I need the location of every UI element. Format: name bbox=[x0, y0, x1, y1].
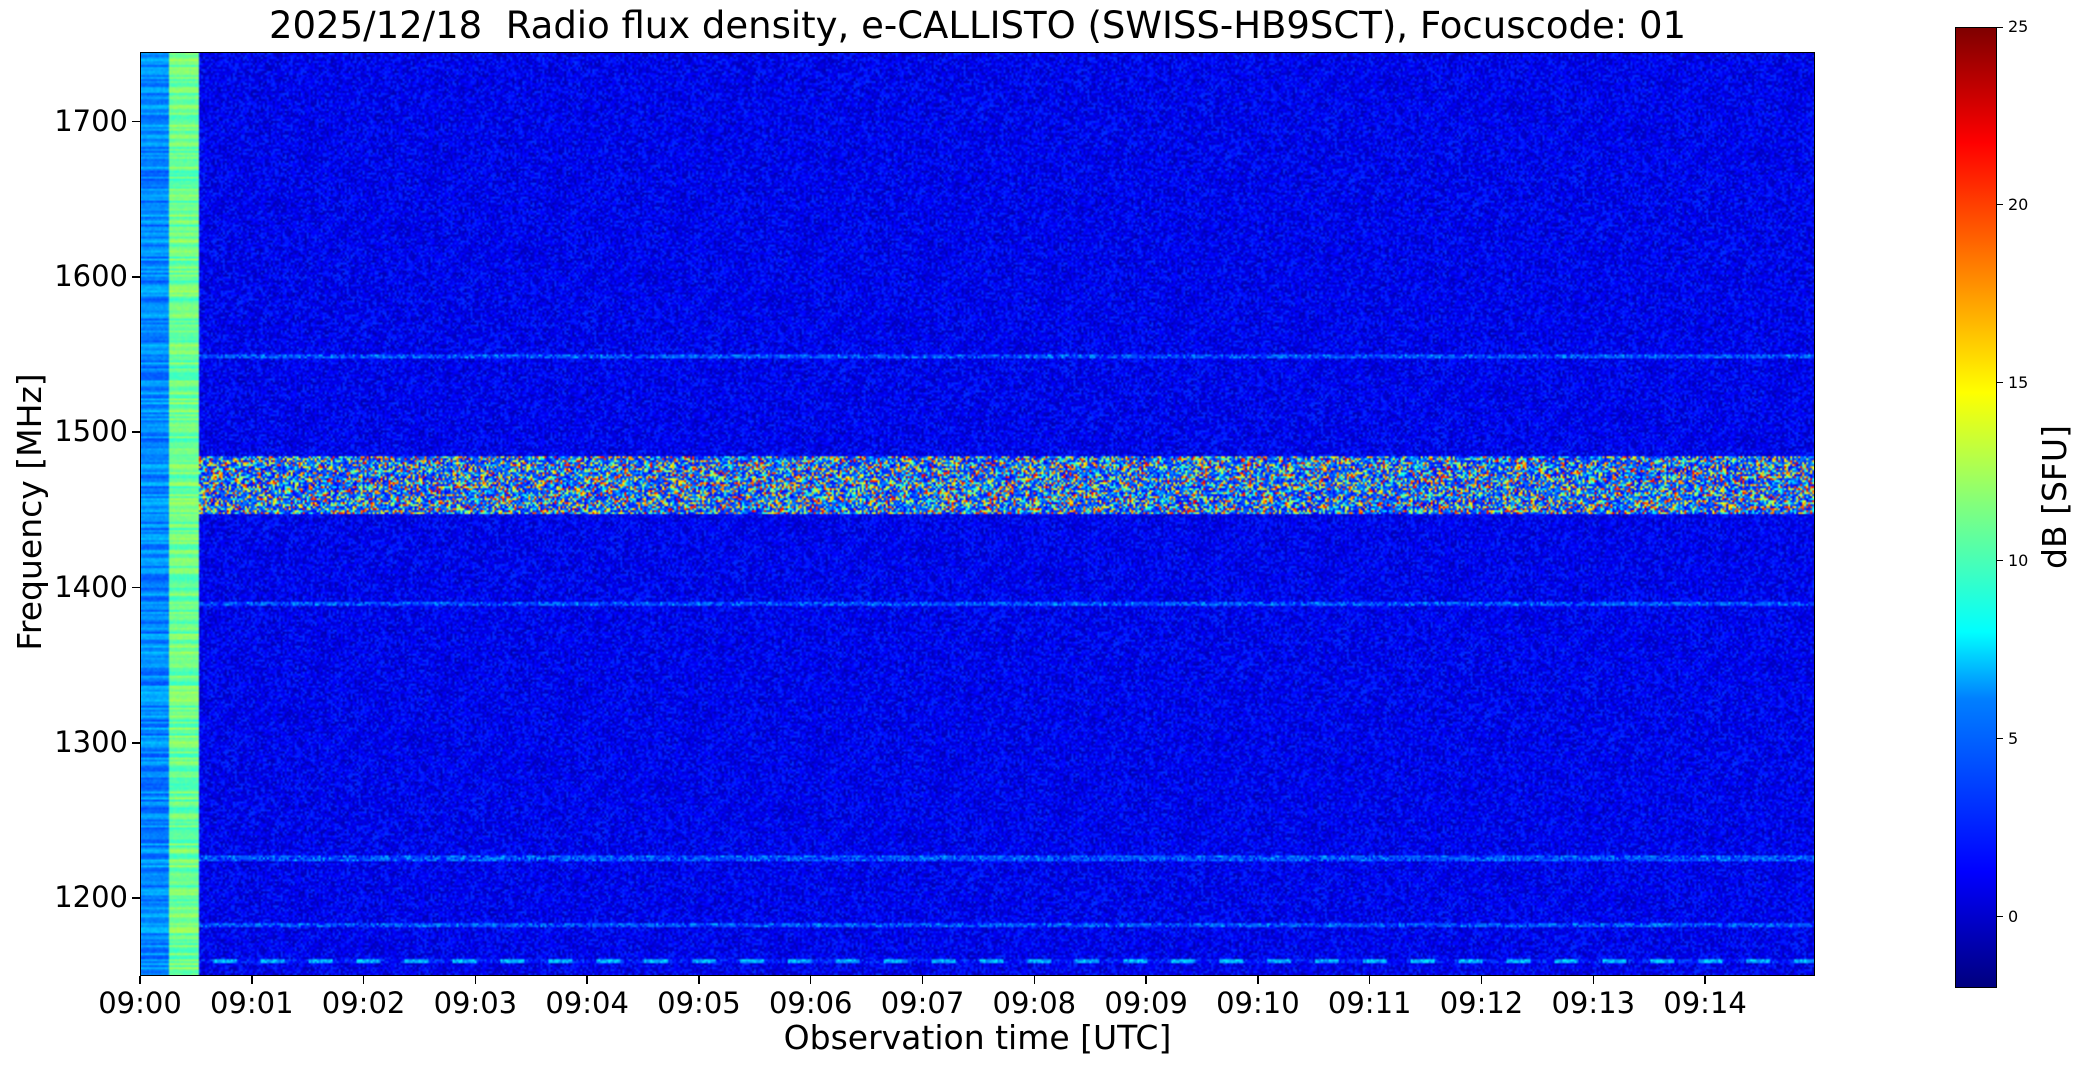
x-tick-label: 09:05 bbox=[657, 986, 741, 1020]
spectrogram-plot bbox=[140, 52, 1815, 976]
y-tick bbox=[132, 431, 140, 433]
y-tick-label: 1700 bbox=[54, 103, 128, 138]
colorbar-tick bbox=[1997, 382, 2003, 384]
colorbar-tick-label: 5 bbox=[2008, 728, 2019, 748]
x-tick-label: 09:12 bbox=[1439, 986, 1524, 1020]
x-tick-label: 09:10 bbox=[1216, 986, 1300, 1020]
x-tick bbox=[139, 976, 141, 984]
x-tick bbox=[809, 976, 812, 984]
colorbar bbox=[1955, 27, 1997, 988]
y-tick bbox=[132, 120, 140, 123]
x-tick-label: 09:03 bbox=[433, 986, 518, 1020]
colorbar-tick bbox=[1997, 560, 2003, 562]
x-axis-label: Observation time [UTC] bbox=[783, 1018, 1172, 1057]
x-tick-label: 09:13 bbox=[1551, 986, 1636, 1020]
y-axis-label: Frequency [MHz] bbox=[10, 373, 49, 651]
y-tick bbox=[132, 742, 140, 744]
x-tick bbox=[1480, 976, 1483, 984]
x-tick-label: 09:14 bbox=[1663, 986, 1747, 1020]
colorbar-tick bbox=[1997, 738, 2003, 740]
x-tick-label: 09:09 bbox=[1104, 986, 1188, 1020]
x-tick-label: 09:07 bbox=[880, 986, 965, 1020]
y-tick-label: 1600 bbox=[54, 259, 128, 294]
y-tick-label: 1200 bbox=[54, 880, 128, 915]
colorbar-tick bbox=[1997, 26, 2003, 28]
colorbar-tick bbox=[1997, 204, 2003, 206]
x-tick bbox=[251, 976, 253, 984]
x-tick-label: 09:06 bbox=[768, 986, 853, 1020]
x-tick bbox=[1368, 976, 1371, 984]
spectrogram-heatmap bbox=[141, 53, 1814, 975]
x-tick bbox=[362, 976, 365, 984]
y-tick bbox=[132, 276, 140, 278]
colorbar-tick bbox=[1997, 916, 2003, 918]
colorbar-tick-label: 15 bbox=[2008, 372, 2029, 392]
x-tick-label: 09:11 bbox=[1327, 986, 1412, 1020]
x-tick bbox=[1033, 976, 1036, 984]
chart-title: 2025/12/18 Radio flux density, e-CALLIST… bbox=[268, 4, 1687, 47]
colorbar-tick-label: 10 bbox=[2008, 550, 2029, 570]
y-tick bbox=[132, 586, 140, 589]
x-tick bbox=[698, 976, 700, 984]
x-tick bbox=[921, 976, 924, 984]
y-tick bbox=[132, 897, 140, 899]
x-tick-label: 09:08 bbox=[992, 986, 1077, 1020]
x-tick-label: 09:01 bbox=[209, 986, 294, 1020]
x-tick bbox=[1145, 976, 1147, 984]
x-tick-label: 09:00 bbox=[98, 986, 182, 1020]
x-tick bbox=[586, 976, 588, 984]
x-tick bbox=[1592, 976, 1595, 984]
colorbar-label: dB [SFU] bbox=[2035, 425, 2074, 569]
y-tick-label: 1300 bbox=[54, 725, 128, 760]
x-tick-label: 09:02 bbox=[321, 986, 406, 1020]
x-tick-label: 09:04 bbox=[545, 986, 629, 1020]
x-tick bbox=[1704, 976, 1706, 984]
x-tick bbox=[1257, 976, 1259, 984]
colorbar-tick-label: 25 bbox=[2008, 17, 2029, 36]
x-tick bbox=[474, 976, 477, 984]
colorbar-tick-label: 0 bbox=[2008, 906, 2019, 926]
colorbar-tick-label: 20 bbox=[2008, 194, 2029, 214]
